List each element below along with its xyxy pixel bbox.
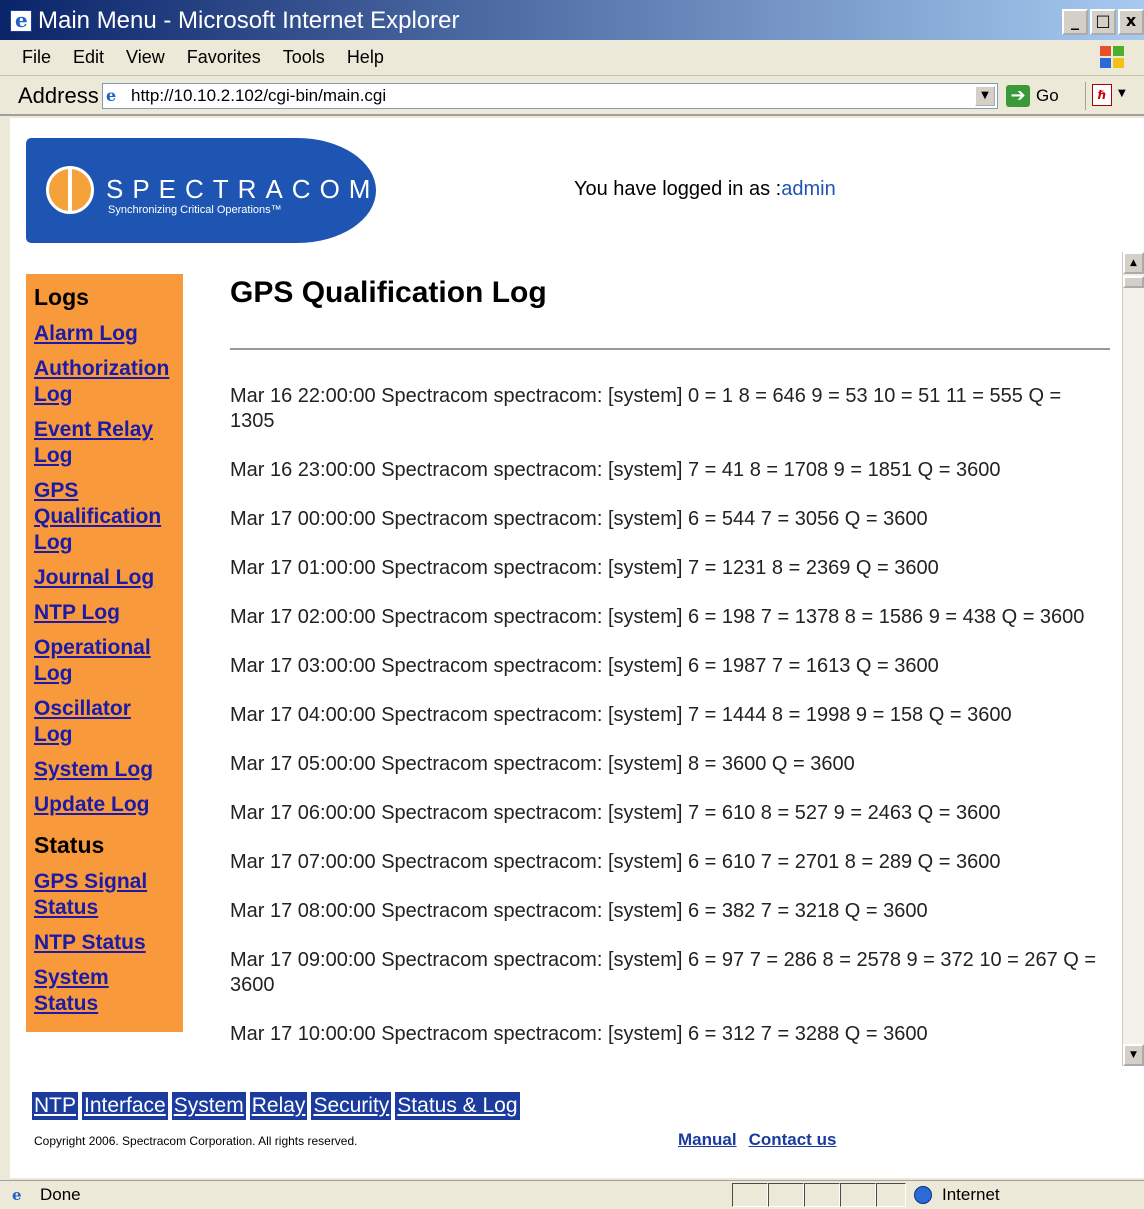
go-label: Go: [1036, 86, 1059, 105]
menu-favorites[interactable]: Favorites: [187, 47, 261, 68]
sidebar: Logs Alarm Log Authorization Log Event R…: [26, 274, 183, 1032]
page-done-icon: e: [12, 1186, 22, 1204]
page-title: GPS Qualification Log: [230, 276, 547, 309]
status-pane: [840, 1183, 876, 1207]
menu-tools[interactable]: Tools: [283, 47, 325, 68]
menu-help[interactable]: Help: [347, 47, 384, 68]
window-title: Main Menu - Microsoft Internet Explorer: [38, 7, 460, 34]
status-bar: e Done Internet: [0, 1180, 1144, 1209]
nav-status-log[interactable]: Status & Log: [395, 1092, 520, 1120]
scroll-up-icon[interactable]: ▲: [1123, 252, 1144, 274]
sidebar-heading-logs: Logs: [34, 284, 89, 310]
status-text: Done: [40, 1185, 81, 1204]
sidebar-link-operational-log[interactable]: Operational Log: [34, 635, 175, 687]
nav-interface[interactable]: Interface: [82, 1092, 168, 1120]
log-entry-list: Mar 16 22:00:00 Spectracom spectracom: […: [230, 384, 1110, 1064]
sidebar-link-alarm-log[interactable]: Alarm Log: [34, 321, 175, 347]
sidebar-link-event-relay-log[interactable]: Event Relay Log: [34, 417, 175, 469]
sidebar-heading-status: Status: [34, 832, 105, 858]
log-entry: Mar 17 08:00:00 Spectracom spectracom: […: [230, 900, 928, 922]
status-pane: [876, 1183, 906, 1207]
scroll-down-icon[interactable]: ▼: [1123, 1044, 1144, 1066]
log-entry: Mar 16 22:00:00 Spectracom spectracom: […: [230, 385, 1062, 432]
chevron-down-icon[interactable]: ▼: [1118, 88, 1126, 99]
pdf-toolbar-button[interactable]: ℏ ▼: [1085, 82, 1135, 110]
log-entry: Mar 17 04:00:00 Spectracom spectracom: […: [230, 704, 1012, 726]
window-title-bar[interactable]: Main Menu - Microsoft Internet Explorer …: [0, 0, 1144, 40]
go-arrow-icon: ➔: [1006, 85, 1030, 107]
address-input[interactable]: e http://10.10.2.102/cgi-bin/main.cgi ▼: [102, 83, 998, 109]
log-entry: Mar 17 02:00:00 Spectracom spectracom: […: [230, 606, 1085, 628]
status-pane: [804, 1183, 840, 1207]
nav-ntp[interactable]: NTP: [32, 1092, 78, 1120]
log-entry: Mar 17 01:00:00 Spectracom spectracom: […: [230, 557, 939, 579]
nav-relay[interactable]: Relay: [249, 1092, 308, 1120]
contact-link[interactable]: Contact us: [749, 1130, 837, 1150]
sidebar-link-gps-signal-status[interactable]: GPS Signal Status: [34, 869, 175, 921]
sidebar-link-system-status[interactable]: System Status: [34, 965, 175, 1017]
footer-links: Manual Contact us: [678, 1130, 836, 1150]
menu-bar: File Edit View Favorites Tools Help: [0, 40, 1144, 76]
logo-tagline: Synchronizing Critical Operations™: [108, 204, 282, 216]
manual-link[interactable]: Manual: [678, 1130, 737, 1150]
sidebar-link-ntp-status[interactable]: NTP Status: [34, 930, 175, 956]
nav-system[interactable]: System: [171, 1092, 246, 1120]
sidebar-link-journal-log[interactable]: Journal Log: [34, 565, 175, 591]
go-button[interactable]: ➔ Go: [1006, 85, 1059, 107]
nav-security[interactable]: Security: [311, 1092, 392, 1120]
login-username: admin: [781, 178, 836, 200]
internet-zone-icon: [914, 1186, 932, 1204]
copyright: Copyright 2006. Spectracom Corporation. …: [34, 1134, 358, 1148]
close-button[interactable]: x: [1118, 9, 1144, 35]
address-label: Address: [18, 83, 99, 108]
log-entry: Mar 16 23:00:00 Spectracom spectracom: […: [230, 459, 1001, 481]
sidebar-link-ntp-log[interactable]: NTP Log: [34, 600, 175, 626]
login-prefix: You have logged in as :: [574, 178, 782, 200]
address-dropdown-icon[interactable]: ▼: [975, 86, 995, 106]
title-divider: [230, 348, 1110, 350]
page-icon: e: [106, 86, 117, 105]
log-entry: Mar 17 00:00:00 Spectracom spectracom: […: [230, 508, 928, 530]
ie-icon: [10, 8, 32, 32]
menu-file[interactable]: File: [22, 47, 51, 68]
address-bar: Address e http://10.10.2.102/cgi-bin/mai…: [0, 76, 1144, 116]
log-entry: Mar 17 05:00:00 Spectracom spectracom: […: [230, 753, 855, 775]
sidebar-link-authorization-log[interactable]: Authorization Log: [34, 356, 175, 408]
log-entry: Mar 17 06:00:00 Spectracom spectracom: […: [230, 802, 1001, 824]
status-pane: [768, 1183, 804, 1207]
maximize-button[interactable]: □: [1090, 9, 1116, 35]
zone-text: Internet: [942, 1185, 1000, 1204]
bottom-nav: NTP Interface System Relay Security Stat…: [32, 1092, 520, 1120]
window-controls: _ □ x: [1062, 9, 1144, 35]
sidebar-link-update-log[interactable]: Update Log: [34, 792, 175, 818]
logo-brand: SPECTRACOM: [106, 174, 376, 204]
sidebar-link-system-log[interactable]: System Log: [34, 757, 175, 783]
log-entry: Mar 17 07:00:00 Spectracom spectracom: […: [230, 851, 1001, 873]
page-viewport: SPECTRACOM Synchronizing Critical Operat…: [10, 118, 1144, 1178]
address-url[interactable]: http://10.10.2.102/cgi-bin/main.cgi: [131, 86, 386, 106]
status-pane: [732, 1183, 768, 1207]
log-scrollbar[interactable]: ▲ ▼: [1122, 252, 1144, 1066]
windows-flag-icon: [1100, 46, 1126, 70]
sidebar-link-oscillator-log[interactable]: Oscillator Log: [34, 696, 175, 748]
spectracom-logo: SPECTRACOM Synchronizing Critical Operat…: [26, 138, 376, 243]
minimize-button[interactable]: _: [1062, 9, 1088, 35]
menu-view[interactable]: View: [126, 47, 165, 68]
sidebar-link-gps-qualification-log[interactable]: GPS Qualification Log: [34, 478, 175, 556]
login-status: You have logged in as :admin: [574, 178, 836, 201]
log-entry: Mar 17 10:00:00 Spectracom spectracom: […: [230, 1023, 928, 1045]
scroll-thumb[interactable]: [1123, 276, 1144, 288]
logo-globe-icon: [46, 166, 94, 214]
log-entry: Mar 17 03:00:00 Spectracom spectracom: […: [230, 655, 939, 677]
menu-edit[interactable]: Edit: [73, 47, 104, 68]
log-entry: Mar 17 09:00:00 Spectracom spectracom: […: [230, 949, 1097, 996]
pdf-icon: ℏ: [1092, 84, 1112, 106]
